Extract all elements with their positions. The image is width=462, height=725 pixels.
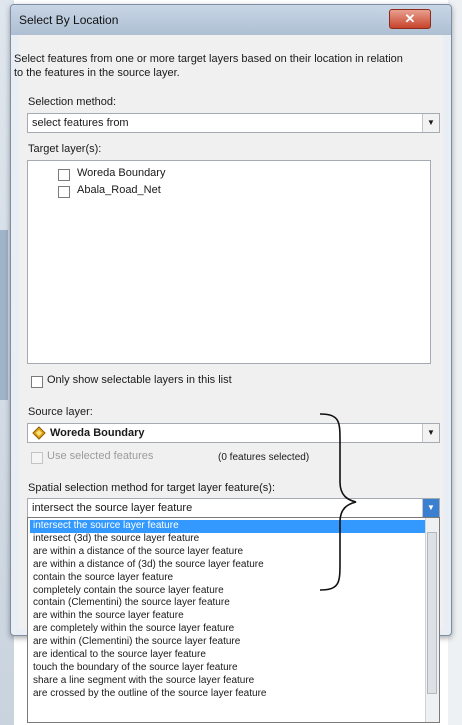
target-layer-checkbox[interactable] <box>58 169 70 181</box>
use-selected-label: Use selected features <box>47 450 154 462</box>
curly-brace-annotation <box>319 413 357 591</box>
list-item[interactable]: are within a distance of the source laye… <box>30 546 428 559</box>
only-selectable-label: Only show selectable layers in this list <box>47 374 232 386</box>
target-layers-list[interactable]: Woreda Boundary Abala_Road_Net <box>27 160 431 364</box>
source-layer-dropdown[interactable]: Woreda Boundary ▼ <box>27 423 440 443</box>
target-layers-label: Target layer(s): <box>28 143 102 155</box>
chevron-down-icon[interactable]: ▼ <box>422 499 439 517</box>
close-icon: ✕ <box>404 11 416 26</box>
source-layer-label: Source layer: <box>28 406 93 418</box>
list-item[interactable]: contain the source layer feature <box>30 572 428 585</box>
list-item[interactable]: touch the boundary of the source layer f… <box>30 662 428 675</box>
close-button[interactable]: ✕ <box>389 9 431 29</box>
use-selected-checkbox[interactable] <box>31 452 43 464</box>
list-item[interactable]: share a line segment with the source lay… <box>30 675 428 688</box>
selection-method-value: select features from <box>32 117 129 129</box>
list-item[interactable]: are crossed by the outline of the source… <box>30 688 428 701</box>
list-item[interactable]: contain (Clementini) the source layer fe… <box>30 597 428 610</box>
list-item[interactable]: intersect (3d) the source layer feature <box>30 533 428 546</box>
spatial-method-dropdown[interactable]: intersect the source layer feature ▼ <box>27 498 440 518</box>
list-item[interactable]: are completely within the source layer f… <box>30 623 428 636</box>
target-layer-label: Abala_Road_Net <box>77 184 161 196</box>
polygon-layer-icon <box>32 426 46 440</box>
chevron-down-icon[interactable]: ▼ <box>422 114 439 132</box>
spatial-method-options[interactable]: intersect the source layer feature inter… <box>27 517 440 723</box>
list-item[interactable]: are within (Clementini) the source layer… <box>30 636 428 649</box>
list-item[interactable]: are identical to the source layer featur… <box>30 649 428 662</box>
features-selected-count: (0 features selected) <box>218 452 310 463</box>
spatial-method-value: intersect the source layer feature <box>32 502 193 514</box>
only-selectable-checkbox[interactable] <box>31 376 43 388</box>
intro-text: Select features from one or more target … <box>14 53 403 79</box>
target-layer-checkbox[interactable] <box>58 186 70 198</box>
dialog-title: Select By Location <box>19 13 119 27</box>
scrollbar-thumb[interactable] <box>427 532 437 694</box>
source-layer-value: Woreda Boundary <box>50 427 145 439</box>
list-item[interactable]: intersect the source layer feature <box>30 520 428 533</box>
chevron-down-icon[interactable]: ▼ <box>422 424 439 442</box>
options-scrollbar[interactable] <box>425 518 439 722</box>
list-item[interactable]: are within the source layer feature <box>30 610 428 623</box>
background-window-strip <box>0 230 8 400</box>
selection-method-dropdown[interactable]: select features from ▼ <box>27 113 440 133</box>
spatial-method-label: Spatial selection method for target laye… <box>28 482 276 494</box>
list-item[interactable]: are within a distance of (3d) the source… <box>30 559 428 572</box>
title-bar[interactable]: Select By Location ✕ <box>11 5 451 35</box>
list-item[interactable]: completely contain the source layer feat… <box>30 585 428 598</box>
selection-method-label: Selection method: <box>28 96 117 108</box>
target-layer-label: Woreda Boundary <box>77 167 166 179</box>
